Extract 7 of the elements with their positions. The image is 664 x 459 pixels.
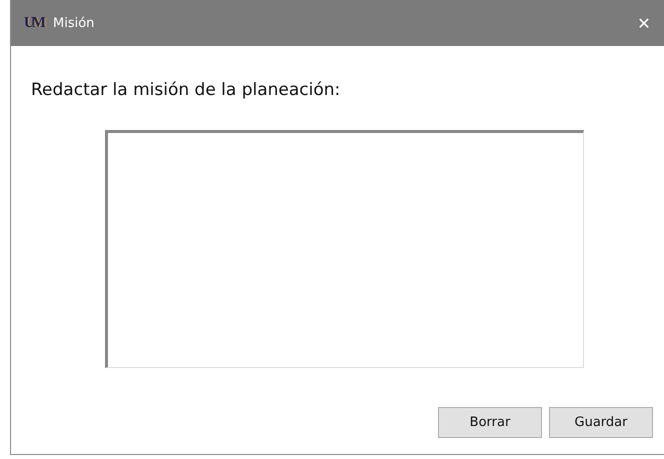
- app-logo: UM: [24, 14, 43, 32]
- close-button[interactable]: ✕: [624, 0, 664, 46]
- prompt-label: Redactar la misión de la planeación:: [31, 80, 342, 100]
- dialog-button[interactable]: Borrar: [438, 407, 542, 438]
- mission-field[interactable]: [105, 130, 584, 368]
- dialog-button[interactable]: Guardar: [549, 407, 653, 438]
- window-title: Misión: [53, 16, 96, 30]
